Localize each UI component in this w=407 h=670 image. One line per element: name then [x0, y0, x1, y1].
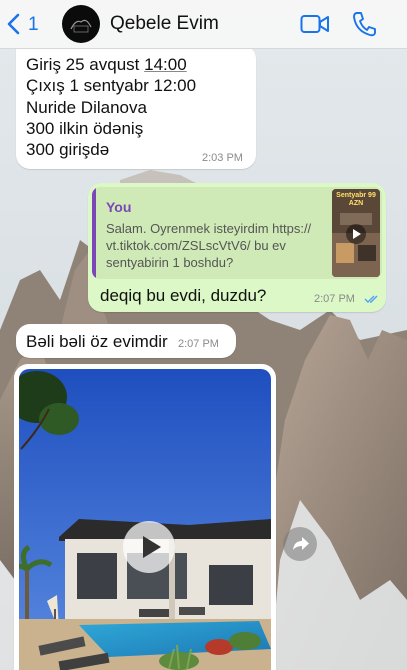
message-time: 2:07 PM: [314, 293, 355, 305]
chevron-left-icon[interactable]: [6, 12, 22, 36]
quote-line: vt.tiktok.com/ZSLscVtV6/ bu ev: [106, 238, 286, 253]
message-line-text: Giriş 25 avqust 14:00: [26, 55, 187, 74]
unread-count[interactable]: 1: [28, 14, 39, 36]
message-line: Nuride Dilanova: [26, 97, 147, 117]
video-call-icon[interactable]: [300, 13, 330, 35]
double-check-icon: [364, 295, 378, 303]
forward-button[interactable]: [283, 527, 317, 561]
message-line: 300 girişdə: [26, 140, 110, 160]
avatar-logo: [63, 6, 99, 42]
phone-icon[interactable]: [352, 11, 376, 37]
quote-author: You: [106, 199, 132, 215]
quote-line: sentyabirin 1 boshdu?: [106, 255, 234, 270]
incoming-video-message[interactable]: [14, 364, 276, 670]
thumbnail-label: Sentyabr 99 AZN: [336, 192, 376, 207]
contact-avatar[interactable]: [62, 5, 100, 43]
message-time: 2:07 PM: [178, 338, 219, 350]
message-line: 300 ilkin ödəniş: [26, 118, 144, 138]
time-link[interactable]: 14:00: [144, 55, 187, 74]
play-button[interactable]: [123, 521, 175, 573]
incoming-message-booking[interactable]: Giriş 25 avqust 14:00 Çıxış 1 sentyabr 1…: [16, 45, 256, 169]
message-line: Çıxış 1 sentyabr 12:00: [26, 76, 197, 96]
quote-video-thumbnail[interactable]: Sentyabr 99 AZN: [332, 189, 380, 277]
quoted-message[interactable]: You Salam. Oyrenmek isteyirdim https:// …: [92, 187, 382, 279]
incoming-message-confirmation[interactable]: Bəli bəli öz evimdir 2:07 PM: [16, 324, 236, 358]
quote-accent-bar: [92, 187, 96, 279]
message-text: deqiq bu evdi, duzdu?: [100, 286, 267, 305]
message-line: Giriş 25 avqust 14:00: [26, 54, 196, 75]
message-text: Giriş 25 avqust 14:00 Çıxış 1 sentyabr 1…: [26, 54, 196, 160]
message-time: 2:03 PM: [202, 152, 243, 164]
chat-title[interactable]: Qebele Evim: [110, 13, 219, 35]
video-preview[interactable]: [19, 369, 271, 670]
quote-line: Salam. Oyrenmek isteyirdim https://: [106, 221, 312, 236]
play-icon: [143, 536, 161, 558]
chat-header: 1 Qebele Evim: [0, 0, 407, 49]
quote-text: Salam. Oyrenmek isteyirdim https:// vt.t…: [106, 220, 328, 271]
outgoing-message-reply[interactable]: You Salam. Oyrenmek isteyirdim https:// …: [88, 183, 386, 312]
forward-icon: [293, 537, 309, 550]
message-text: Bəli bəli öz evimdir: [26, 332, 168, 351]
house-video-frame: [19, 369, 271, 670]
